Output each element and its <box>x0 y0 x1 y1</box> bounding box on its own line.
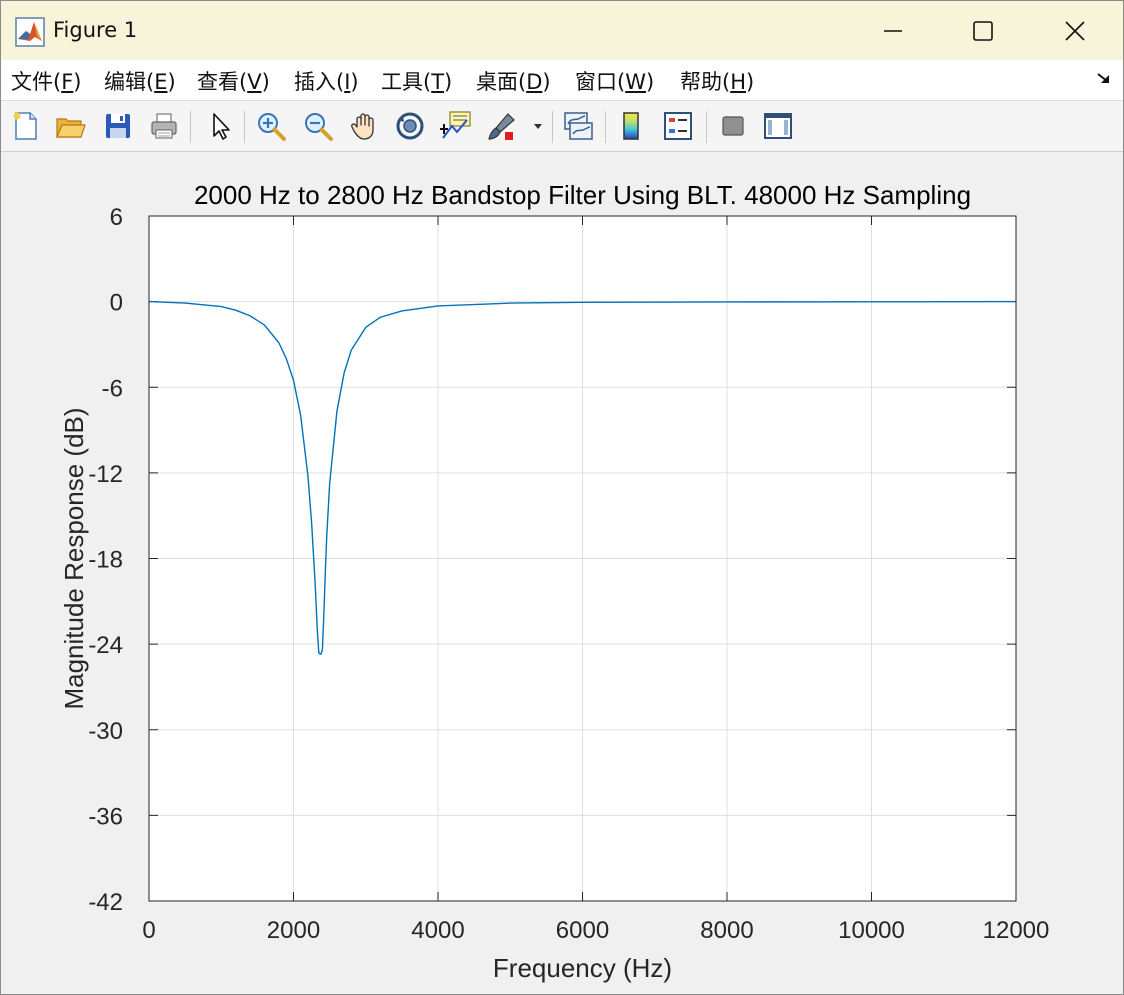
title-bar[interactable]: Figure 1 <box>1 1 1123 60</box>
toolbar-separator <box>706 111 707 143</box>
brush-icon <box>488 113 515 140</box>
menu-file[interactable]: 文件(F) <box>11 66 82 96</box>
toolbar-separator <box>244 111 245 143</box>
figure-toolbar <box>1 101 1123 152</box>
y-axis-label: Magnitude Response (dB) <box>59 407 89 709</box>
edit-plot-button[interactable] <box>203 109 237 143</box>
hide-plot-tools-icon <box>722 116 744 136</box>
print-icon <box>151 113 177 139</box>
menu-tools[interactable]: 工具(T) <box>381 66 452 96</box>
maximize-button[interactable] <box>937 1 1029 60</box>
y-tick-label: 0 <box>110 290 123 317</box>
save-button[interactable] <box>101 109 135 143</box>
y-tick-label: -42 <box>88 889 123 916</box>
open-file-button[interactable] <box>53 109 87 143</box>
pan-hand-icon <box>351 113 374 140</box>
legend-icon <box>664 112 692 140</box>
brush-dropdown-icon <box>534 124 542 129</box>
show-plot-tools-icon <box>764 113 792 139</box>
zoom-in-icon <box>258 113 286 141</box>
rotate-3d-icon <box>396 112 424 140</box>
menu-window[interactable]: 窗口(W) <box>575 66 654 96</box>
window-title: Figure 1 <box>53 18 138 42</box>
insert-legend-button[interactable] <box>661 109 695 143</box>
menu-insert[interactable]: 插入(I) <box>294 66 359 96</box>
minimize-button[interactable] <box>847 1 939 60</box>
x-tick-label: 4000 <box>411 917 464 944</box>
toolbar-separator <box>190 111 191 143</box>
hide-plot-tools-button[interactable] <box>716 109 750 143</box>
x-tick-label: 8000 <box>700 917 753 944</box>
zoom-out-button[interactable] <box>301 109 335 143</box>
menu-help[interactable]: 帮助(H) <box>680 66 754 96</box>
new-figure-icon <box>13 112 37 140</box>
menu-bar: 文件(F) 编辑(E) 查看(V) 插入(I) 工具(T) 桌面(D) 窗口(W… <box>1 60 1123 101</box>
maximize-icon <box>973 20 993 41</box>
y-tick-label: -24 <box>88 632 123 659</box>
zoom-in-button[interactable] <box>254 109 288 143</box>
x-tick-label: 12000 <box>983 917 1050 944</box>
select-arrow-icon <box>213 113 230 140</box>
show-plot-tools-button[interactable] <box>761 109 795 143</box>
data-cursor-button[interactable] <box>439 109 473 143</box>
x-tick-label: 2000 <box>267 917 320 944</box>
figure-window: Figure 1 文件(F) 编辑(E) 查看(V) 插入(I) 工具(T) 桌… <box>0 0 1124 995</box>
y-tick-label: -36 <box>88 803 123 830</box>
x-tick-label: 10000 <box>838 917 905 944</box>
rotate-3d-button[interactable] <box>393 109 427 143</box>
save-icon <box>106 114 130 138</box>
zoom-out-icon <box>305 113 333 141</box>
link-plot-button[interactable] <box>561 109 595 143</box>
y-tick-label: -30 <box>88 718 123 745</box>
figure-canvas-area: 0 2000 4000 6000 8000 10000 12000 -42 -36 -30 -24 -… <box>3 152 1121 992</box>
pan-button[interactable] <box>347 109 381 143</box>
matlab-logo-icon <box>15 17 45 47</box>
close-button[interactable] <box>1029 1 1121 60</box>
print-button[interactable] <box>147 109 181 143</box>
close-icon <box>1065 20 1085 41</box>
new-figure-button[interactable] <box>9 109 43 143</box>
y-tick-label: 6 <box>110 204 123 231</box>
y-tick-label: -12 <box>88 461 123 488</box>
x-axis-label: Frequency (Hz) <box>493 953 672 983</box>
x-tick-label: 0 <box>142 917 155 944</box>
y-tick-label: -6 <box>102 375 123 402</box>
insert-colorbar-button[interactable] <box>615 109 649 143</box>
menu-desktop[interactable]: 桌面(D) <box>476 66 551 96</box>
open-file-icon <box>56 118 86 138</box>
menu-edit[interactable]: 编辑(E) <box>104 66 176 96</box>
x-tick-label: 6000 <box>556 917 609 944</box>
link-plot-icon <box>564 112 593 140</box>
dock-figure-icon[interactable] <box>1095 69 1113 87</box>
data-cursor-icon <box>440 111 471 139</box>
y-tick-label: -18 <box>88 547 123 574</box>
colorbar-icon <box>623 112 639 140</box>
minimize-icon <box>884 29 902 32</box>
brush-dropdown-button[interactable] <box>529 109 547 143</box>
toolbar-separator <box>552 111 553 143</box>
plot-canvas[interactable]: 0 2000 4000 6000 8000 10000 12000 -42 -36 -30 -24 -… <box>3 152 1121 992</box>
chart-title: 2000 Hz to 2800 Hz Bandstop Filter Using… <box>194 180 971 210</box>
toolbar-separator <box>605 111 606 143</box>
brush-button[interactable] <box>485 109 519 143</box>
menu-view[interactable]: 查看(V) <box>197 66 270 96</box>
